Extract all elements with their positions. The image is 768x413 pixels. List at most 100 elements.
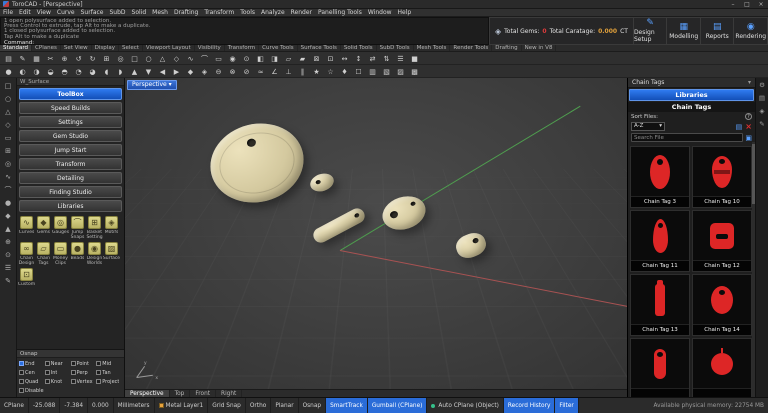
toolbar-icon[interactable]: ◆ (184, 66, 197, 77)
toolbar-icon[interactable]: ▼ (142, 66, 155, 77)
toolbar-tab[interactable]: Standard (0, 45, 32, 51)
toolbox-section-button[interactable]: Settings (19, 116, 122, 128)
toolbox-section-button[interactable]: Speed Builds (19, 102, 122, 114)
search-input[interactable] (631, 133, 743, 142)
menu-item[interactable]: Panelling Tools (315, 9, 365, 17)
status-toggle[interactable]: Planar (271, 398, 298, 413)
status-toggle[interactable]: Filter (555, 398, 578, 413)
library-item[interactable]: Chain Tag 11 (630, 210, 690, 272)
toolbar-icon[interactable]: ♦ (338, 66, 351, 77)
toolbar-icon[interactable]: ∥ (296, 66, 309, 77)
active-layer[interactable]: Metal Layer1 (155, 398, 209, 413)
libraries-button[interactable]: Libraries (629, 89, 754, 101)
osnap-option[interactable]: Tan (96, 368, 122, 377)
sidebar-strip-icon[interactable]: ∿ (2, 171, 15, 184)
help-icon[interactable]: ? (745, 113, 752, 120)
status-toggle[interactable]: Gumball (CPlane) (368, 398, 428, 413)
units-readout[interactable]: Millimeters (114, 398, 155, 413)
tool-button[interactable]: ● Beads (69, 242, 86, 266)
osnap-option[interactable]: Near (45, 359, 71, 368)
osnap-checkbox[interactable] (45, 361, 50, 366)
toolbar-tab[interactable]: Solid Tools (341, 45, 377, 51)
sidebar-strip-icon[interactable]: ▲ (2, 223, 15, 236)
toolbox-section-button[interactable]: ToolBox (19, 88, 122, 100)
toolbox-section-button[interactable]: Transform (19, 158, 122, 170)
toolbar-icon[interactable]: ▦ (30, 53, 43, 64)
toolbar-icon[interactable]: ◐ (16, 66, 29, 77)
menu-item[interactable]: Analyze (258, 9, 288, 17)
toolbar-icon[interactable]: ◖ (100, 66, 113, 77)
sidebar-strip-icon[interactable]: △ (2, 106, 15, 119)
tool-button[interactable]: ⊞ Basket Setting (86, 216, 103, 240)
osnap-checkbox[interactable] (19, 379, 24, 384)
toolbar-icon[interactable]: ▧ (380, 66, 393, 77)
toolbox-section-button[interactable]: Finding Studio (19, 186, 122, 198)
library-item[interactable] (630, 338, 690, 397)
osnap-checkbox[interactable] (71, 361, 76, 366)
library-item[interactable]: Chain Tag 13 (630, 274, 690, 336)
osnap-checkbox[interactable] (45, 379, 50, 384)
toolbox-section-button[interactable]: Detailing (19, 172, 122, 184)
toolbar-icon[interactable]: ⇄ (366, 53, 379, 64)
toolbar-tab[interactable]: Surface Tools (298, 45, 341, 51)
toolbar-icon[interactable]: ◗ (114, 66, 127, 77)
osnap-checkbox[interactable] (96, 370, 101, 375)
tool-button[interactable]: ◈ Motifs (103, 216, 120, 240)
panel-strip-icon[interactable]: ⚙ (757, 80, 768, 91)
sidebar-strip-icon[interactable]: ◇ (2, 119, 15, 132)
menu-item[interactable]: Drafting (171, 9, 201, 17)
menu-item[interactable]: Edit (16, 9, 34, 17)
toolbar-tab[interactable]: Curve Tools (259, 45, 298, 51)
sidebar-strip-icon[interactable]: ○ (2, 93, 15, 106)
osnap-checkbox[interactable] (96, 361, 101, 366)
toolbar-icon[interactable]: ▩ (408, 66, 421, 77)
toolbar-icon[interactable]: ↕ (352, 53, 365, 64)
panel-strip-icon[interactable]: ◈ (757, 106, 768, 117)
toolbar-icon[interactable]: ⊡ (324, 53, 337, 64)
viewport-tab[interactable]: Front (190, 390, 216, 397)
toolbox-panel-tab[interactable]: W_Surface (17, 78, 124, 86)
toolbar-icon[interactable]: ◔ (72, 66, 85, 77)
menu-item[interactable]: File (0, 9, 16, 17)
tool-button[interactable]: ∞ Chain Design (18, 242, 35, 266)
tool-button[interactable]: ◉ Design Worlds (86, 242, 103, 266)
toolbar-icon[interactable]: ○ (142, 53, 155, 64)
tool-button[interactable]: ◎ Gauges (52, 216, 69, 240)
sidebar-strip-icon[interactable]: ⊙ (2, 249, 15, 262)
library-item[interactable]: Chain Tag 10 (692, 146, 752, 208)
toolbar-icon[interactable]: ∿ (184, 53, 197, 64)
toolbar-icon[interactable]: □ (128, 53, 141, 64)
toolbox-section-button[interactable]: Libraries (19, 200, 122, 212)
toolbar-icon[interactable]: ↻ (86, 53, 99, 64)
osnap-option[interactable]: End (19, 359, 45, 368)
toolbar-tab[interactable]: Display (92, 45, 119, 51)
sidebar-strip-icon[interactable]: ⌒ (2, 184, 15, 197)
menu-item[interactable]: Mesh (149, 9, 171, 17)
toolbar-icon[interactable]: ☐ (352, 66, 365, 77)
toolbar-icon[interactable]: △ (156, 53, 169, 64)
menu-item[interactable]: Surface (78, 9, 107, 17)
tool-button[interactable]: ◆ Gems (35, 216, 52, 240)
sidebar-strip-icon[interactable]: ⊞ (2, 145, 15, 158)
osnap-option[interactable]: Perp (71, 368, 97, 377)
menu-item[interactable]: Help (395, 9, 415, 17)
toolbar-tab[interactable]: New in V8 (522, 45, 557, 51)
toolbar-icon[interactable]: ⊙ (240, 53, 253, 64)
toolbar-icon[interactable]: ▲ (128, 66, 141, 77)
toolbar-icon[interactable]: ↺ (72, 53, 85, 64)
toolbar-icon[interactable]: ◎ (114, 53, 127, 64)
toolbar-icon[interactable]: ⇅ (380, 53, 393, 64)
tool-button[interactable]: ▨ Surface (103, 242, 120, 266)
cplane-selector[interactable]: CPlane (0, 398, 29, 413)
toolbar-icon[interactable]: ◑ (30, 66, 43, 77)
library-item[interactable]: Chain Tag 14 (692, 274, 752, 336)
toolbox-section-button[interactable]: Gem Studio (19, 130, 122, 142)
osnap-option[interactable]: Mid (96, 359, 122, 368)
sidebar-strip-icon[interactable]: ▭ (2, 132, 15, 145)
toolbar-icon[interactable]: ■ (408, 53, 421, 64)
toolbar-tab[interactable]: Visibility (195, 45, 225, 51)
close-button[interactable]: × (754, 0, 768, 9)
toolbar-icon[interactable]: ◓ (58, 66, 71, 77)
toolbar-tab[interactable]: Drafting (492, 45, 521, 51)
toolbar-icon[interactable]: ▰ (296, 53, 309, 64)
